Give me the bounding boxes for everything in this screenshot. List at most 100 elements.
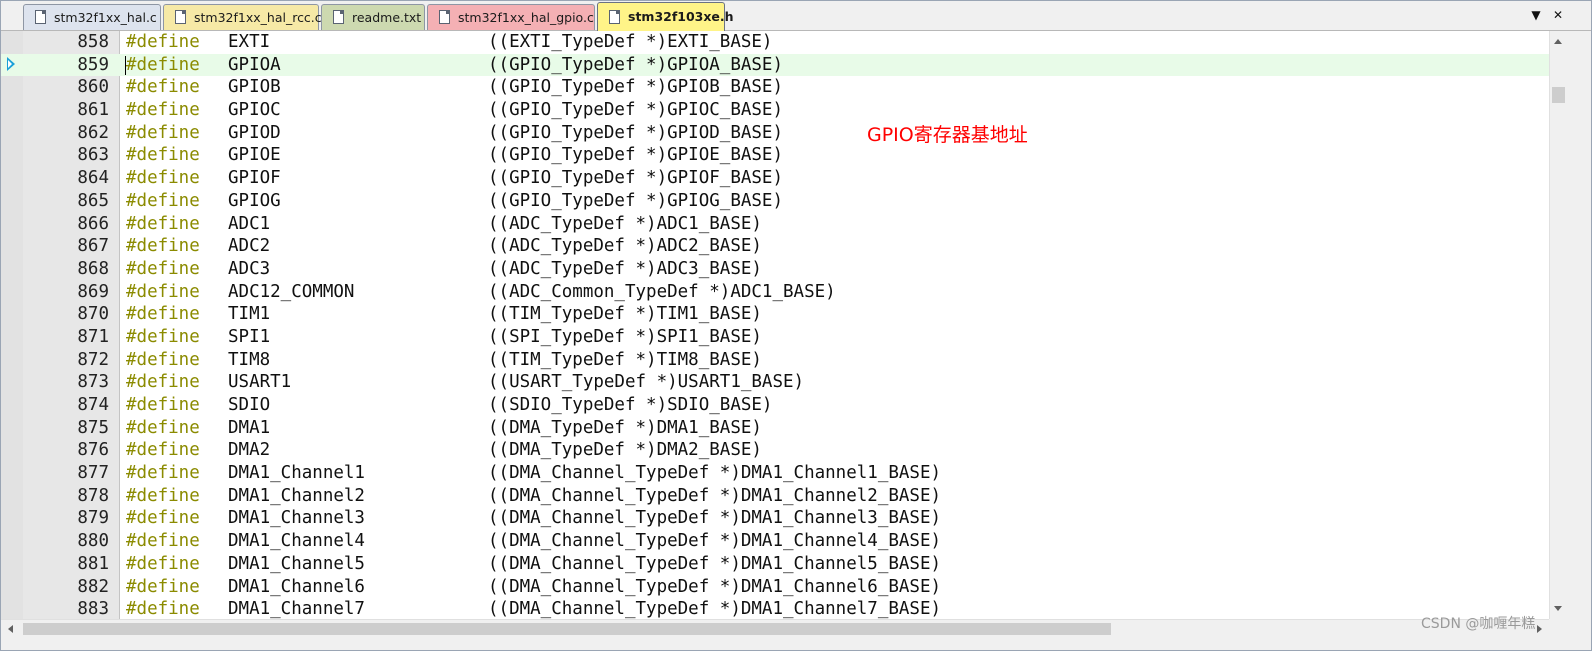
macro-name: ADC2: [228, 236, 271, 257]
line-number: 869: [77, 281, 109, 302]
preprocessor-keyword: #define: [126, 54, 200, 75]
line-number: 867: [77, 236, 109, 257]
line-number: 877: [77, 463, 109, 484]
macro-name: TIM1: [228, 304, 271, 325]
code-line[interactable]: 869 #define ADC12_COMMON ((ADC_Common_TypeD…: [1, 281, 1549, 304]
preprocessor-keyword: #define: [126, 145, 200, 166]
macro-value: ((DMA_Channel_TypeDef *)DMA1_Channel2_BA…: [488, 485, 942, 506]
code-line[interactable]: 868 #define ADC3 ((ADC_TypeDef *)ADC3_BASE): [1, 258, 1549, 281]
line-number: 858: [77, 32, 109, 52]
code-line[interactable]: 863 #define GPIOE ((GPIO_TypeDef *)GPIOE_BA…: [1, 144, 1549, 167]
macro-value: ((DMA_Channel_TypeDef *)DMA1_Channel3_BA…: [488, 508, 942, 529]
preprocessor-keyword: #define: [126, 485, 200, 506]
close-tab-icon[interactable]: ✕: [1550, 6, 1566, 24]
code-line[interactable]: 859 #define GPIOA ((GPIO_TypeDef *)GPIOA_BA…: [1, 53, 1549, 77]
preprocessor-keyword: #define: [126, 190, 200, 211]
code-line[interactable]: 873 #define USART1 ((USART_TypeDef *)USART1…: [1, 371, 1549, 394]
preprocessor-keyword: #define: [126, 553, 200, 574]
tab-stm32f103xe-h[interactable]: stm32f103xe.h: [597, 2, 734, 31]
tab-label: stm32f1xx_hal_gpio.c: [458, 10, 594, 25]
vertical-scrollbar[interactable]: [1549, 31, 1567, 619]
code-line[interactable]: 865 #define GPIOG ((GPIO_TypeDef *)GPIOG_BA…: [1, 190, 1549, 213]
macro-name: GPIOA: [228, 54, 281, 75]
tab-stm32f1xx-hal-gpio-c[interactable]: stm32f1xx_hal_gpio.c: [427, 4, 595, 30]
macro-value: ((USART_TypeDef *)USART1_BASE): [488, 372, 805, 393]
line-number: 863: [77, 145, 109, 166]
tab-stm32f1xx-hal-c[interactable]: stm32f1xx_hal.c: [23, 4, 161, 30]
line-number: 875: [77, 417, 109, 438]
macro-value: ((EXTI_TypeDef *)EXTI_BASE): [488, 32, 773, 52]
code-line[interactable]: 867 #define ADC2 ((ADC_TypeDef *)ADC2_BASE): [1, 235, 1549, 258]
scroll-left-arrow-icon[interactable]: [8, 625, 13, 633]
line-number: 865: [77, 190, 109, 211]
macro-name: DMA1_Channel7: [228, 599, 365, 619]
code-editor[interactable]: 858 #define EXTI ((EXTI_TypeDef *)EXTI_BASE…: [1, 31, 1549, 619]
preprocessor-keyword: #define: [126, 531, 200, 552]
macro-value: ((TIM_TypeDef *)TIM1_BASE): [488, 304, 762, 325]
code-line[interactable]: 881 #define DMA1_Channel5 ((DMA_Channel_Typ…: [1, 553, 1549, 576]
macro-value: ((GPIO_TypeDef *)GPIOE_BASE): [488, 145, 784, 166]
code-line[interactable]: 864 #define GPIOF ((GPIO_TypeDef *)GPIOF_BA…: [1, 167, 1549, 190]
text-caret: [125, 55, 126, 75]
code-line[interactable]: 874 #define SDIO ((SDIO_TypeDef *)SDIO_BASE…: [1, 394, 1549, 417]
macro-value: ((ADC_TypeDef *)ADC2_BASE): [488, 236, 762, 257]
macro-name: GPIOC: [228, 100, 281, 121]
code-line[interactable]: 858 #define EXTI ((EXTI_TypeDef *)EXTI_BASE…: [1, 31, 1549, 54]
code-line[interactable]: 882 #define DMA1_Channel6 ((DMA_Channel_Typ…: [1, 576, 1549, 599]
macro-value: ((ADC_TypeDef *)ADC1_BASE): [488, 213, 762, 234]
preprocessor-keyword: #define: [126, 463, 200, 484]
line-number: 859: [77, 54, 109, 75]
code-line[interactable]: 872 #define TIM8 ((TIM_TypeDef *)TIM8_BASE): [1, 349, 1549, 372]
horizontal-scrollbar[interactable]: [1, 619, 1549, 638]
macro-value: ((ADC_Common_TypeDef *)ADC1_BASE): [488, 281, 836, 302]
preprocessor-keyword: #define: [126, 258, 200, 279]
macro-value: ((DMA_Channel_TypeDef *)DMA1_Channel4_BA…: [488, 531, 942, 552]
scroll-down-arrow-icon[interactable]: [1554, 606, 1562, 611]
macro-value: ((SPI_TypeDef *)SPI1_BASE): [488, 326, 762, 347]
code-line[interactable]: 876 #define DMA2 ((DMA_TypeDef *)DMA2_BASE): [1, 439, 1549, 462]
code-line[interactable]: 878 #define DMA1_Channel2 ((DMA_Channel_Typ…: [1, 485, 1549, 508]
macro-name: ADC1: [228, 213, 271, 234]
current-line-arrow-icon: [7, 57, 15, 71]
code-line[interactable]: 861 #define GPIOC ((GPIO_TypeDef *)GPIOC_BA…: [1, 99, 1549, 122]
macro-name: DMA1_Channel5: [228, 553, 365, 574]
tab-readme-txt[interactable]: readme.txt: [321, 4, 425, 30]
code-line[interactable]: 875 #define DMA1 ((DMA_TypeDef *)DMA1_BASE): [1, 417, 1549, 440]
macro-name: DMA1_Channel6: [228, 576, 365, 597]
line-number: 871: [77, 326, 109, 347]
macro-value: ((DMA_Channel_TypeDef *)DMA1_Channel6_BA…: [488, 576, 942, 597]
code-line[interactable]: 879 #define DMA1_Channel3 ((DMA_Channel_Typ…: [1, 507, 1549, 530]
preprocessor-keyword: #define: [126, 349, 200, 370]
tab-label: stm32f103xe.h: [628, 9, 734, 24]
macro-value: ((DMA_TypeDef *)DMA1_BASE): [488, 417, 762, 438]
macro-value: ((DMA_Channel_TypeDef *)DMA1_Channel7_BA…: [488, 599, 942, 619]
preprocessor-keyword: #define: [126, 326, 200, 347]
horizontal-scroll-thumb[interactable]: [23, 623, 1111, 635]
preprocessor-keyword: #define: [126, 395, 200, 415]
file-icon: [175, 10, 186, 24]
macro-value: ((SDIO_TypeDef *)SDIO_BASE): [488, 395, 773, 415]
tab-stm32f1xx-hal-rcc-c[interactable]: stm32f1xx_hal_rcc.c: [163, 4, 322, 30]
code-line[interactable]: 883 #define DMA1_Channel7 ((DMA_Channel_Typ…: [1, 598, 1549, 619]
code-line[interactable]: 866 #define ADC1 ((ADC_TypeDef *)ADC1_BASE): [1, 213, 1549, 236]
code-line[interactable]: 880 #define DMA1_Channel4 ((DMA_Channel_Typ…: [1, 530, 1549, 553]
vertical-scroll-thumb[interactable]: [1552, 87, 1565, 103]
code-line[interactable]: 870 #define TIM1 ((TIM_TypeDef *)TIM1_BASE): [1, 303, 1549, 326]
file-icon: [439, 10, 450, 24]
file-tab-bar: stm32f1xx_hal.c stm32f1xx_hal_rcc.c read…: [1, 1, 1591, 31]
macro-value: ((GPIO_TypeDef *)GPIOB_BASE): [488, 77, 784, 98]
scroll-right-arrow-icon[interactable]: [1537, 625, 1542, 633]
line-number: 878: [77, 485, 109, 506]
editor-window: stm32f1xx_hal.c stm32f1xx_hal_rcc.c read…: [0, 0, 1592, 651]
scroll-up-arrow-icon[interactable]: [1554, 39, 1562, 44]
line-number: 879: [77, 508, 109, 529]
code-line[interactable]: 862 #define GPIOD ((GPIO_TypeDef *)GPIOD_BA…: [1, 122, 1549, 145]
tab-list-dropdown-icon[interactable]: ▼: [1528, 6, 1544, 24]
file-icon: [609, 10, 620, 24]
code-line[interactable]: 860 #define GPIOB ((GPIO_TypeDef *)GPIOB_BA…: [1, 76, 1549, 99]
tab-label: readme.txt: [352, 10, 422, 25]
line-number: 860: [77, 77, 109, 98]
code-line[interactable]: 877 #define DMA1_Channel1 ((DMA_Channel_Typ…: [1, 462, 1549, 485]
code-line[interactable]: 871 #define SPI1 ((SPI_TypeDef *)SPI1_BASE): [1, 326, 1549, 349]
macro-name: DMA1_Channel3: [228, 508, 365, 529]
